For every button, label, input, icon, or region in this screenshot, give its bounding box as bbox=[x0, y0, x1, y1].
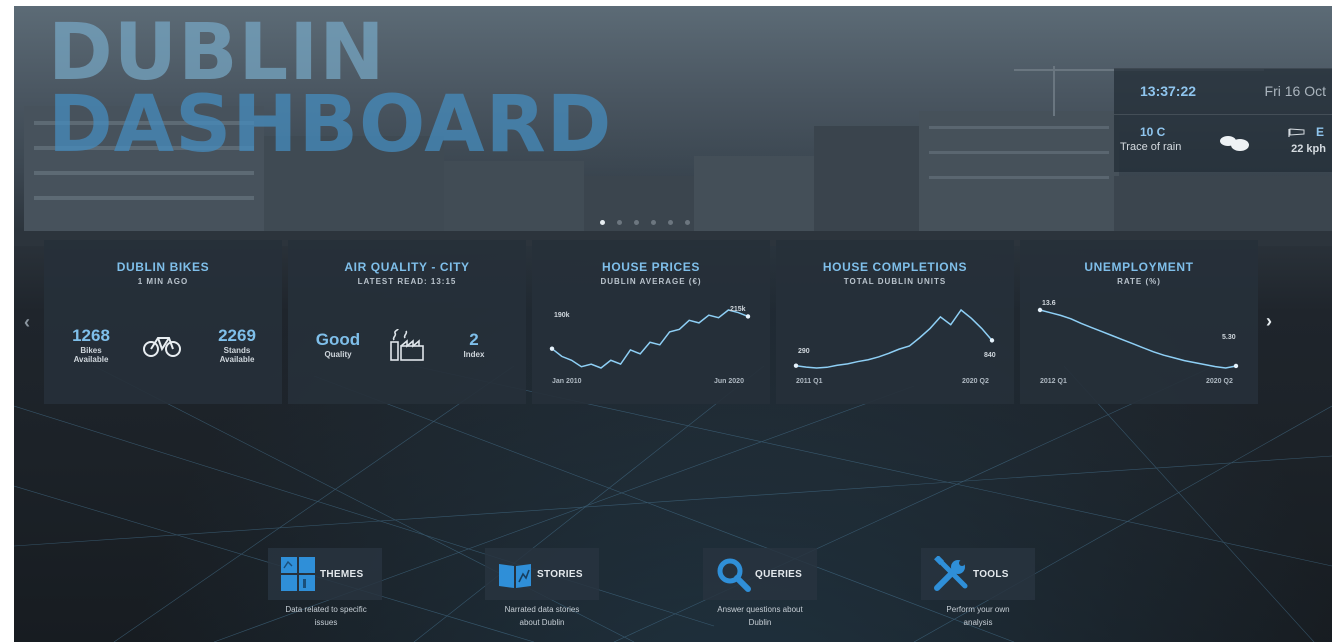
air-index-label: Index bbox=[463, 350, 485, 359]
stories-desc-line-1: Narrated data stories bbox=[504, 605, 580, 614]
air-quality-value: Good bbox=[315, 330, 361, 349]
carousel-dot[interactable] bbox=[685, 220, 690, 225]
chart-series-line bbox=[1039, 309, 1237, 369]
stories-label: STORIES bbox=[537, 569, 583, 580]
background-network-lines bbox=[14, 366, 1332, 642]
carousel-prev-button[interactable]: ‹ bbox=[24, 312, 30, 333]
clock-weather-panel: 13:37:22 Fri 16 Oct 10 C Trace of rain E… bbox=[1114, 68, 1332, 172]
themes-button[interactable]: THEMES bbox=[268, 548, 382, 600]
chart-start-label: 290 bbox=[798, 348, 810, 355]
tools-description: Perform your own analysis bbox=[903, 603, 1053, 629]
bikes-available-label-2: Available bbox=[73, 355, 109, 364]
carousel-dots bbox=[600, 220, 690, 225]
search-icon bbox=[717, 558, 751, 592]
clock-time: 13:37:22 bbox=[1140, 83, 1197, 99]
unemployment-card[interactable]: UNEMPLOYMENT RATE (%) 13.6 5.30 2012 Q1 … bbox=[1020, 240, 1258, 404]
chart-series-line bbox=[795, 308, 993, 369]
tools-desc-line-1: Perform your own bbox=[946, 605, 1010, 614]
stands-available-label-2: Available bbox=[219, 355, 255, 364]
stories-desc-line-2: about Dublin bbox=[519, 618, 565, 627]
carousel-dot[interactable] bbox=[651, 220, 656, 225]
weather-condition: Trace of rain bbox=[1120, 141, 1182, 153]
stories-button[interactable]: STORIES bbox=[485, 548, 599, 600]
queries-desc-line-1: Answer questions about bbox=[717, 605, 803, 614]
chart-end-point bbox=[745, 314, 751, 319]
x-axis-end-label: 2020 Q2 bbox=[1206, 378, 1233, 385]
air-quality-label: Quality bbox=[324, 350, 352, 359]
queries-description: Answer questions about Dublin bbox=[685, 603, 835, 629]
chart-end-point bbox=[989, 338, 995, 343]
weather-temperature: 10 C bbox=[1140, 125, 1166, 139]
x-axis-start-label: Jan 2010 bbox=[552, 378, 582, 385]
chart-end-label: 215k bbox=[730, 306, 746, 313]
wind-direction: E bbox=[1315, 125, 1324, 139]
wind-speed: 22 kph bbox=[1291, 143, 1326, 155]
cloud-icon bbox=[1220, 136, 1249, 151]
clock-date: Fri 16 Oct bbox=[1264, 83, 1326, 99]
tools-icon bbox=[934, 556, 968, 591]
queries-desc-line-2: Dublin bbox=[748, 618, 772, 627]
windsock-icon bbox=[1288, 128, 1305, 137]
chart-end-label: 840 bbox=[984, 352, 996, 359]
stands-available-value: 2269 bbox=[218, 326, 256, 345]
queries-label: QUERIES bbox=[755, 569, 803, 580]
tools-desc-line-2: analysis bbox=[963, 618, 993, 627]
card-subtitle: 1 MIN AGO bbox=[137, 277, 189, 286]
themes-desc-line-1: Data related to specific bbox=[285, 605, 367, 614]
chart-start-point bbox=[549, 346, 555, 351]
bikes-available-label-1: Bikes bbox=[80, 346, 102, 355]
tools-button[interactable]: TOOLS bbox=[921, 548, 1035, 600]
dublin-bikes-card[interactable]: DUBLIN BIKES 1 MIN AGO 1268 Bikes Availa… bbox=[44, 240, 282, 404]
dashboard-title-line2: DASHBOARD bbox=[48, 80, 613, 170]
factory-icon bbox=[390, 328, 424, 361]
clock-row: 13:37:22 Fri 16 Oct bbox=[1114, 69, 1332, 115]
chart-start-point bbox=[1037, 307, 1043, 313]
x-axis-end-label: 2020 Q2 bbox=[962, 378, 989, 385]
dashboard-frame: DUBLIN DASHBOARD 13:37:22 Fri 16 Oct 10 … bbox=[14, 6, 1332, 642]
card-title: DUBLIN BIKES bbox=[116, 260, 210, 274]
stories-description: Narrated data stories about Dublin bbox=[467, 603, 617, 629]
card-subtitle: LATEST READ: 13:15 bbox=[357, 277, 457, 286]
themes-desc-line-2: issues bbox=[314, 618, 338, 627]
carousel-dot[interactable] bbox=[634, 220, 639, 225]
chart-series-line bbox=[551, 309, 749, 369]
house-prices-card[interactable]: HOUSE PRICES DUBLIN AVERAGE (€) 190k 215… bbox=[532, 240, 770, 404]
themes-label: THEMES bbox=[320, 569, 364, 580]
carousel-dot[interactable] bbox=[668, 220, 673, 225]
bikes-available-value: 1268 bbox=[72, 326, 110, 345]
chart-end-label: 5.30 bbox=[1222, 334, 1236, 341]
card-title: AIR QUALITY - CITY bbox=[344, 260, 470, 274]
x-axis-start-label: 2011 Q1 bbox=[796, 378, 823, 385]
chart-start-label: 13.6 bbox=[1042, 300, 1056, 307]
queries-button[interactable]: QUERIES bbox=[703, 548, 817, 600]
air-quality-card[interactable]: AIR QUALITY - CITY LATEST READ: 13:15 Go… bbox=[288, 240, 526, 404]
x-axis-start-label: 2012 Q1 bbox=[1040, 378, 1067, 385]
stands-available-label-1: Stands bbox=[223, 346, 251, 355]
book-icon bbox=[499, 564, 531, 588]
chart-start-point bbox=[793, 363, 799, 368]
house-completions-card[interactable]: HOUSE COMPLETIONS TOTAL DUBLIN UNITS 290… bbox=[776, 240, 1014, 404]
carousel-next-button[interactable]: › bbox=[1266, 311, 1272, 332]
grid-icon bbox=[281, 557, 315, 591]
air-index-value: 2 bbox=[469, 330, 479, 349]
tools-label: TOOLS bbox=[973, 569, 1009, 580]
x-axis-end-label: Jun 2020 bbox=[714, 378, 744, 385]
chart-end-point bbox=[1233, 363, 1239, 369]
carousel-dot[interactable] bbox=[600, 220, 605, 225]
carousel-dot[interactable] bbox=[617, 220, 622, 225]
themes-description: Data related to specific issues bbox=[251, 603, 401, 629]
bicycle-icon bbox=[143, 337, 181, 357]
chart-start-label: 190k bbox=[554, 312, 570, 319]
